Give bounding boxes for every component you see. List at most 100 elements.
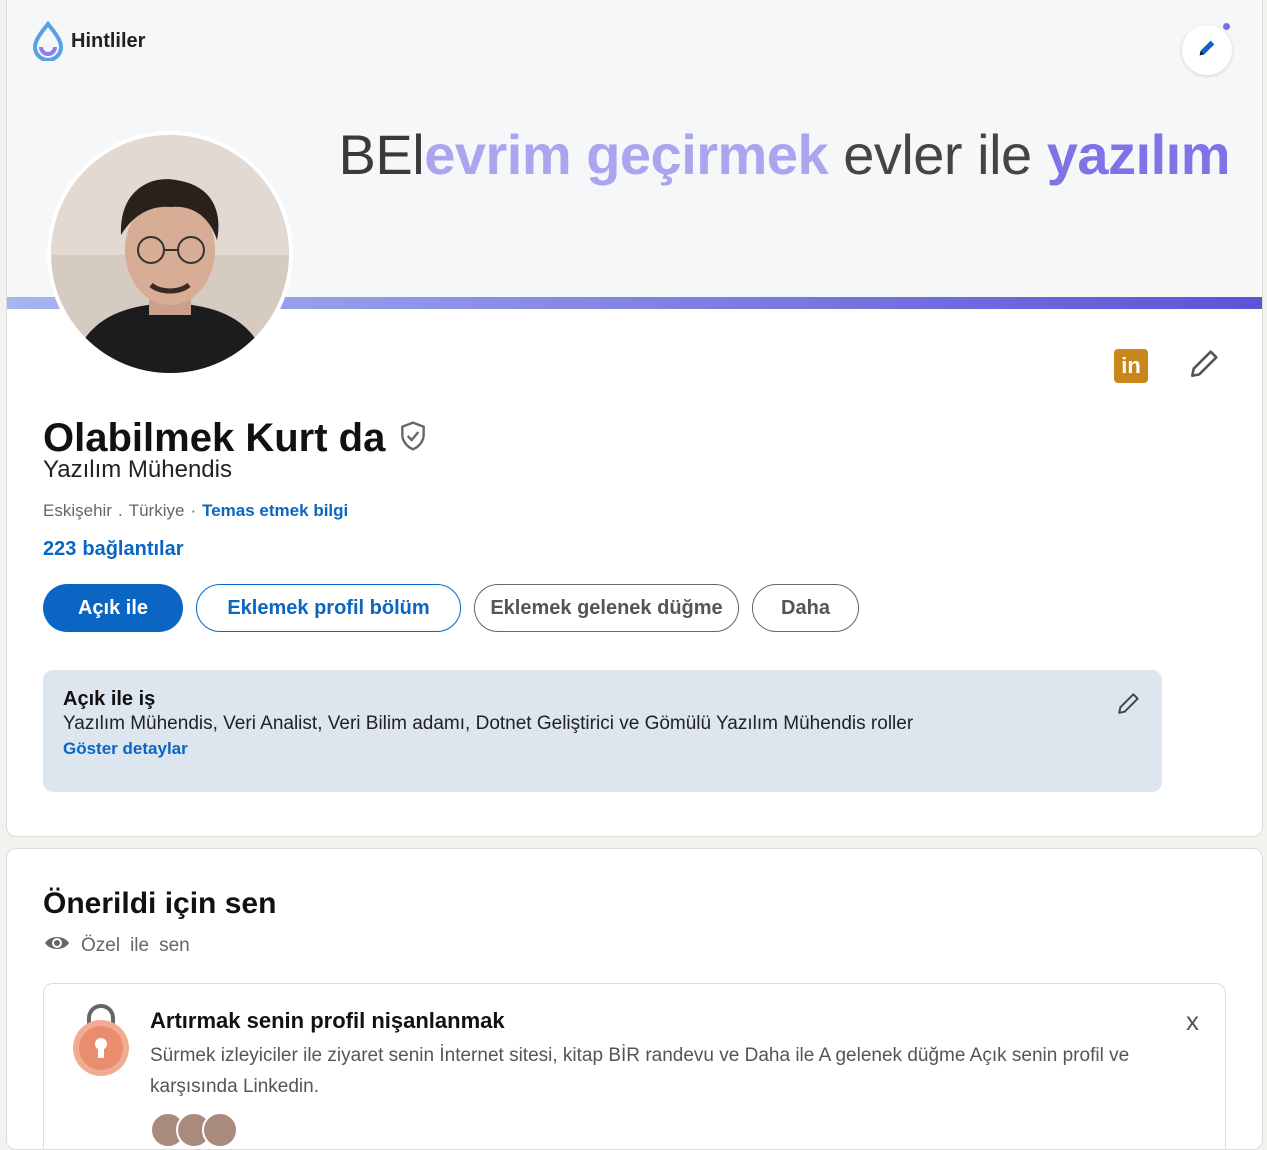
last-name: Kurt da [245,416,386,460]
profile-top-actions: in [1114,346,1222,385]
desc-word: Daha [744,1045,791,1066]
suggestion-title-2: senin [246,1008,305,1033]
role-word: Bilim adamı [365,713,466,734]
desc-word: gelenek [835,1045,903,1066]
location-country: Türkiye [128,501,185,520]
role-word: Dotnet [475,713,532,734]
contact-info-word-1: Temas etmek [202,501,309,520]
suggestion-title-3: profil [310,1008,366,1033]
role-word: Veri [327,713,361,734]
avatar-photo [51,135,289,373]
desc-word: İnternet sitesi [439,1045,553,1066]
show-details-link[interactable]: Göster detaylar [63,739,1142,759]
suggestion-title: Artırmak senin profil nişanlanmak [150,1008,505,1034]
desc-separator: . [313,1076,319,1097]
desc-word: ve [719,1045,740,1066]
role-separator: , [317,713,323,734]
avatar [202,1112,238,1148]
open-to-button[interactable]: Açık ile [43,584,183,632]
eye-icon [43,933,71,959]
contact-info-link[interactable]: Temas etmek bilgi [202,501,348,521]
tagline-part-3: evler [843,123,963,186]
desc-word: ile [303,1045,323,1066]
show-details-2: detaylar [122,739,188,758]
tagline-part-4: ile [977,123,1032,186]
role-word: ve [619,713,640,734]
role-separator: , [465,713,471,734]
connections-count: 223 [43,538,77,560]
desc-word: BİR [608,1045,641,1066]
suggested-title: Önerildi için sen [43,887,276,921]
more-label: Daha [781,596,830,619]
edit-banner-button[interactable] [1182,23,1232,75]
first-name: Olabilmek [43,416,235,460]
profile-name: Olabilmek Kurt da [43,416,385,461]
desc-word: ziyaret [327,1045,384,1066]
role-word: Gömülü [644,713,712,734]
custom-button-label-1: Eklemek [490,596,572,619]
edit-profile-pencil-icon[interactable] [1188,346,1222,385]
desc-word: randevu [645,1045,714,1066]
banner-tagline: BElevrim geçirmek evler ile yazılım [338,123,1231,187]
verified-shield-icon[interactable] [397,420,429,457]
add-section-label-3: bölüm [369,596,430,619]
otw-title-2: ile [110,688,134,710]
suggestion-title-4: nişanlanmak [371,1008,505,1033]
desc-word: Linkedin [242,1076,314,1097]
show-details-1: Göster [63,739,118,758]
custom-button-label-2: gelenek [577,596,652,619]
brand-name: Hintliler [71,29,146,52]
otw-title-3: iş [138,688,156,710]
open-to-label-2: ile [125,596,149,619]
open-to-work-box: Açık ile iş Yazılım Mühendis, Veri Anali… [43,670,1162,792]
location-dot: · [190,501,197,520]
add-custom-button[interactable]: Eklemek gelenek düğme [474,584,739,632]
profile-headline: Yazılım Mühendis [43,456,232,484]
private-word-1: Özel [81,935,121,956]
desc-word: senin [388,1045,435,1066]
pencil-icon [1196,37,1218,64]
lock-icon [72,1002,130,1083]
open-to-work-title: Açık ile iş [63,688,1142,711]
desc-word: Açık [969,1045,1007,1066]
profile-avatar[interactable] [47,131,293,377]
profile-card: Hintliler BElevrim geçirmek evler ile ya… [6,0,1263,837]
close-icon[interactable]: x [1186,1006,1199,1037]
notification-dot [1223,23,1230,30]
location-row: Eskişehir . Türkiye · Temas etmek bilgi [43,501,348,521]
private-word-2: ile [130,935,150,956]
headline-word-1: Yazılım [43,456,122,483]
avatar-stack [150,1112,238,1148]
role-separator: , [212,713,218,734]
edit-open-to-work-pencil-icon[interactable] [1116,690,1142,721]
add-section-label-1: Eklemek [227,596,309,619]
suggested-title-1: Önerildi [43,887,157,920]
role-word: Yazılım [716,713,778,734]
otw-title-1: Açık [63,688,106,710]
suggested-title-3: sen [224,887,277,920]
desc-word: ve [1109,1045,1130,1066]
add-section-label-2: profil [314,596,365,619]
tagline-part-1: BEl [338,123,425,186]
tagline-part-2: evrim geçirmek [424,123,829,186]
contact-info-word-2: bilgi [313,501,349,520]
tagline-part-5: yazılım [1046,123,1231,186]
desc-word: düğme [907,1045,966,1066]
profile-action-buttons: Açık ile Eklemek profil bölüm Eklemek ge… [43,584,859,632]
desc-word: kitap [562,1045,604,1066]
connections-link[interactable]: 223 bağlantılar [43,538,184,561]
role-word: Analist [260,713,318,734]
desc-word: Sürmek [150,1045,216,1066]
drop-logo-icon [31,21,65,61]
more-button[interactable]: Daha [752,584,859,632]
desc-word: karşısında [150,1076,238,1097]
suggestion-title-1: Artırmak [150,1008,241,1033]
open-to-label-1: Açık [77,596,121,619]
add-profile-section-button[interactable]: Eklemek profil bölüm [196,584,461,632]
linkedin-icon[interactable]: in [1114,348,1148,383]
custom-button-label-3: düğme [657,596,723,619]
role-word: Mühendis [783,713,866,734]
role-word: Yazılım [63,713,125,734]
desc-word: izleyiciler [220,1045,298,1066]
headline-word-2: Mühendis [127,456,232,483]
